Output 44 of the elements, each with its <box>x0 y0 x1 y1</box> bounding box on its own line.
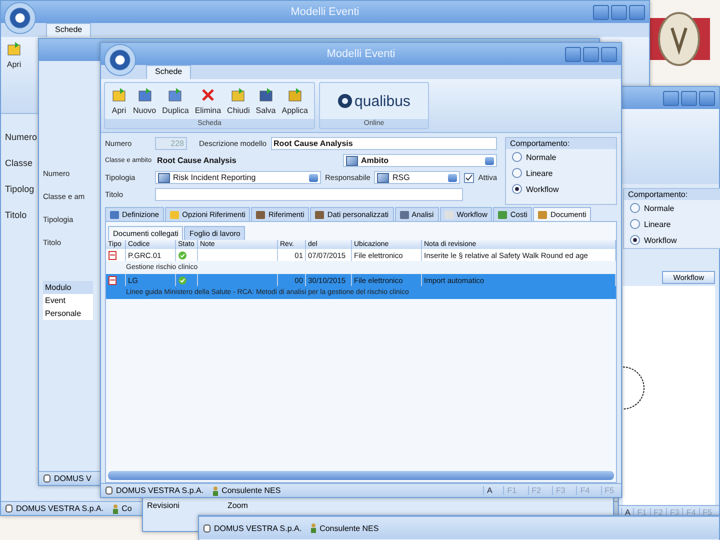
dropdown-field[interactable]: RSG <box>374 171 460 184</box>
ribbon-button[interactable]: Nuovo <box>131 86 158 116</box>
ribbon-tab[interactable]: Schede <box>46 23 92 37</box>
dropdown-field[interactable]: Risk Incident Reporting <box>155 171 321 184</box>
list-item[interactable]: Event <box>43 294 93 307</box>
radio-label: Normale <box>644 204 674 212</box>
field-label: Numero <box>5 132 38 142</box>
group-title: Comportamento: <box>506 138 616 149</box>
tab-label[interactable]: Revisioni <box>147 501 180 510</box>
input-field[interactable]: Root Cause Analysis <box>270 137 497 150</box>
ribbon-button[interactable]: Chiudi <box>225 86 252 116</box>
ribbon-button[interactable]: Applica <box>280 86 310 116</box>
radio-label: Lineare <box>526 168 553 178</box>
ribbon-button[interactable]: Apri <box>4 40 24 110</box>
dropdown-field[interactable]: Ambito <box>343 154 497 167</box>
radio-label: Workflow <box>644 236 677 244</box>
group-title: Comportamento: <box>624 189 720 200</box>
status-item: Consulente NES <box>310 523 379 533</box>
number-field: 228 <box>155 137 187 150</box>
status-item: DOMUS V <box>43 474 92 483</box>
field-label: Titolo <box>5 210 27 220</box>
ribbon-button[interactable]: Duplica <box>160 86 191 116</box>
value-text: Root Cause Analysis <box>156 155 238 166</box>
function-key-label[interactable]: A <box>482 486 496 495</box>
field-label: Classe <box>5 158 33 168</box>
list-header: Modulo <box>43 281 93 294</box>
window-title: Modelli Eventi <box>326 48 396 60</box>
status-item: DOMUS VESTRA S.p.A. <box>105 486 204 495</box>
list-item[interactable]: Personale <box>43 307 93 320</box>
field-label: Tipolog <box>5 184 34 194</box>
ribbon-button[interactable]: Elimina <box>192 86 224 116</box>
radio-label: Lineare <box>644 220 671 228</box>
radio-label: Normale <box>526 152 556 162</box>
status-item: Co <box>112 504 132 514</box>
status-item: DOMUS VESTRA S.p.A. <box>5 504 104 513</box>
window-title: Modelli Eventi <box>290 6 360 18</box>
logo-text: qualibus <box>354 92 410 110</box>
ribbon-tab[interactable]: Schede <box>146 65 192 79</box>
radio-label: Workflow <box>526 184 559 194</box>
status-item: DOMUS VESTRA S.p.A. <box>203 524 302 532</box>
ribbon-button[interactable]: Apri <box>109 86 129 116</box>
side-label: Zoom <box>227 501 248 510</box>
status-item: Consulente NES <box>212 486 281 496</box>
ribbon-button[interactable]: Salva <box>254 86 278 116</box>
